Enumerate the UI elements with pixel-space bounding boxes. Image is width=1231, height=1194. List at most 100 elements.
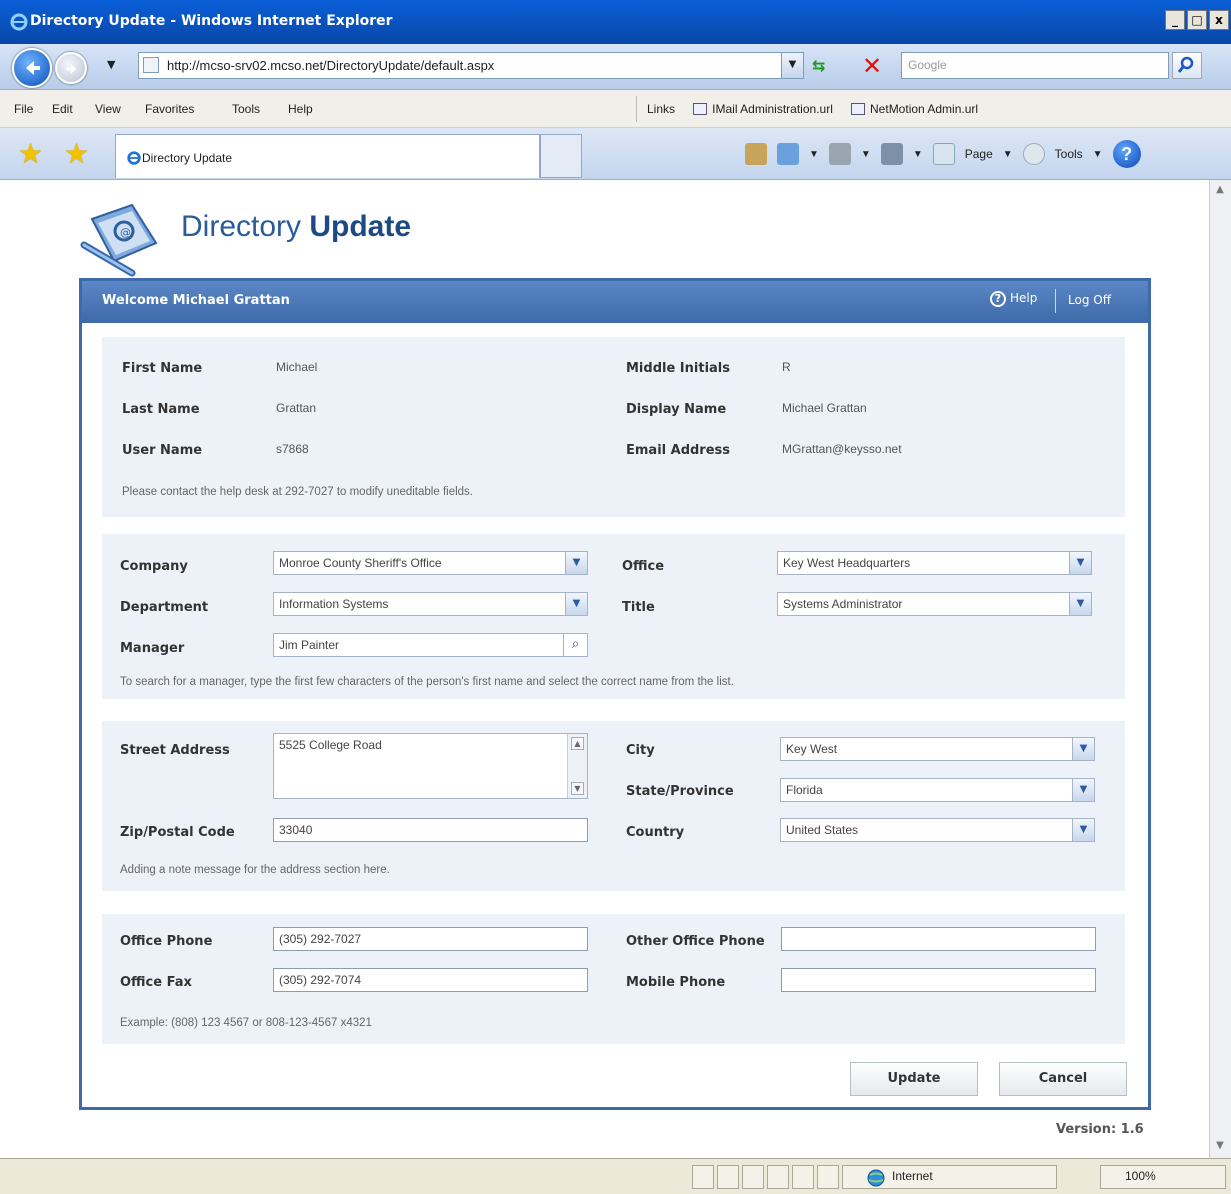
feeds-folder-icon[interactable] [745,143,767,165]
zip-input[interactable]: 33040 [273,818,588,842]
maximize-button[interactable]: □ [1187,10,1207,30]
first-name-value: Michael [276,360,318,374]
country-select[interactable]: United States ▼ [780,818,1095,842]
page-scrollbar[interactable]: ▲ ▼ [1209,180,1231,1158]
office-fax-value: (305) 292-7074 [279,973,362,987]
company-value: Monroe County Sheriff's Office [279,556,442,570]
status-segment [792,1165,814,1189]
app-title: Directory Update [181,210,411,244]
address-book-logo-icon: @ [80,203,158,277]
forward-button[interactable] [55,52,87,84]
print-icon[interactable] [880,143,903,165]
other-office-phone-label: Other Office Phone [626,934,765,949]
menu-favorites[interactable]: Favorites [145,102,194,116]
help-link[interactable]: ? Help [990,291,1037,307]
title-select[interactable]: Systems Administrator ▼ [777,592,1092,616]
chevron-down-icon[interactable]: ▼ [565,593,587,615]
menu-file[interactable]: File [14,102,33,116]
update-button[interactable]: Update [850,1062,978,1096]
zoom-level[interactable]: 100% [1125,1169,1156,1183]
address-bar[interactable]: http://mcso-srv02.mcso.net/DirectoryUpda… [138,52,804,79]
link-netmotion-admin[interactable]: NetMotion Admin.url [851,102,978,116]
links-label: Links [647,102,676,116]
chevron-down-icon[interactable]: ▼ [565,552,587,574]
chevron-down-icon[interactable]: ▼ [1072,738,1094,760]
tab-directory-update[interactable]: Directory Update [115,134,540,178]
search-input[interactable]: Google [901,52,1169,79]
office-phone-input[interactable]: (305) 292-7027 [273,927,588,951]
zoom-panel[interactable] [1100,1165,1226,1189]
scroll-up-icon[interactable]: ▲ [571,737,584,750]
first-name-label: First Name [122,361,203,376]
chevron-down-icon[interactable]: ▼ [1072,819,1094,841]
shortcut-icon [851,103,866,115]
tools-dropdown-icon[interactable]: ▼ [1093,149,1103,160]
department-select[interactable]: Information Systems ▼ [273,592,588,616]
company-select[interactable]: Monroe County Sheriff's Office ▼ [273,551,588,575]
tools-gear-icon [1022,143,1045,165]
office-value: Key West Headquarters [783,556,911,570]
rss-feed-icon[interactable] [828,143,851,165]
mobile-phone-input[interactable] [781,968,1096,992]
chevron-down-icon[interactable]: ▼ [1069,593,1091,615]
new-tab-button[interactable] [540,134,582,178]
scroll-down-icon[interactable]: ▼ [571,782,584,795]
menu-view[interactable]: View [95,102,121,116]
address-dropdown-button[interactable]: ▼ [781,53,803,78]
address-url[interactable]: http://mcso-srv02.mcso.net/DirectoryUpda… [167,58,494,73]
page-icon [143,57,159,73]
back-button[interactable] [12,48,52,88]
page-dropdown-icon[interactable]: ▼ [1003,149,1013,160]
scroll-down-icon[interactable]: ▼ [1213,1140,1227,1154]
home-dropdown-icon[interactable]: ▼ [809,149,819,160]
user-name-label: User Name [122,443,203,458]
menu-help[interactable]: Help [288,102,313,116]
print-dropdown-icon[interactable]: ▼ [913,149,923,160]
office-phone-value: (305) 292-7027 [279,932,362,946]
feed-dropdown-icon[interactable]: ▼ [861,149,871,160]
city-select[interactable]: Key West ▼ [780,737,1095,761]
search-icon[interactable]: ⌕ [563,634,587,656]
chevron-down-icon[interactable]: ▼ [1072,779,1094,801]
shortcut-icon [693,103,708,115]
logoff-link[interactable]: Log Off [1068,293,1111,307]
middle-initials-label: Middle Initials [626,361,730,376]
help-icon[interactable]: ? [1112,140,1141,168]
menu-tools[interactable]: Tools [232,102,260,116]
display-name-label: Display Name [626,402,727,417]
tools-menu[interactable]: Tools [1055,147,1083,161]
page-menu[interactable]: Page [965,147,993,161]
tab-title: Directory Update [142,151,233,165]
country-value: United States [786,823,859,837]
cancel-button[interactable]: Cancel [999,1062,1127,1096]
link-imail-admin[interactable]: IMail Administration.url [693,102,833,116]
scroll-up-icon[interactable]: ▲ [1213,184,1227,198]
search-button[interactable] [1172,52,1202,79]
department-label: Department [120,600,209,615]
home-icon[interactable] [777,143,799,165]
window-titlebar: Directory Update - Windows Internet Expl… [0,0,1231,44]
zip-label: Zip/Postal Code [120,825,235,840]
menu-edit[interactable]: Edit [52,102,73,116]
chevron-down-icon[interactable]: ▼ [1069,552,1091,574]
phone-format-note: Example: (808) 123 4567 or 808-123-4567 … [120,1017,372,1029]
office-select[interactable]: Key West Headquarters ▼ [777,551,1092,575]
textarea-scrollbar[interactable]: ▲ ▼ [567,734,587,798]
minimize-button[interactable]: _ [1165,10,1185,30]
street-address-textarea[interactable]: 5525 College Road ▲ ▼ [273,733,588,799]
recent-pages-dropdown[interactable]: ▼ [107,58,115,71]
help-label: Help [1010,291,1038,305]
other-office-phone-input[interactable] [781,927,1096,951]
window-title: Directory Update - Windows Internet Expl… [30,13,393,29]
magnifier-icon [1177,56,1194,73]
state-select[interactable]: Florida ▼ [780,778,1095,802]
status-segment [817,1165,839,1189]
manager-search-input[interactable]: Jim Painter ⌕ [273,633,588,657]
stop-icon[interactable]: ✕ [862,52,888,80]
office-fax-input[interactable]: (305) 292-7074 [273,968,588,992]
refresh-icon[interactable]: ⇆ [812,56,838,76]
identity-note: Please contact the help desk at 292-7027… [122,486,473,498]
favorites-star-icon[interactable]: ★ [18,140,43,168]
close-window-button[interactable]: x [1209,10,1229,30]
add-favorites-icon[interactable]: ★ [64,140,89,168]
